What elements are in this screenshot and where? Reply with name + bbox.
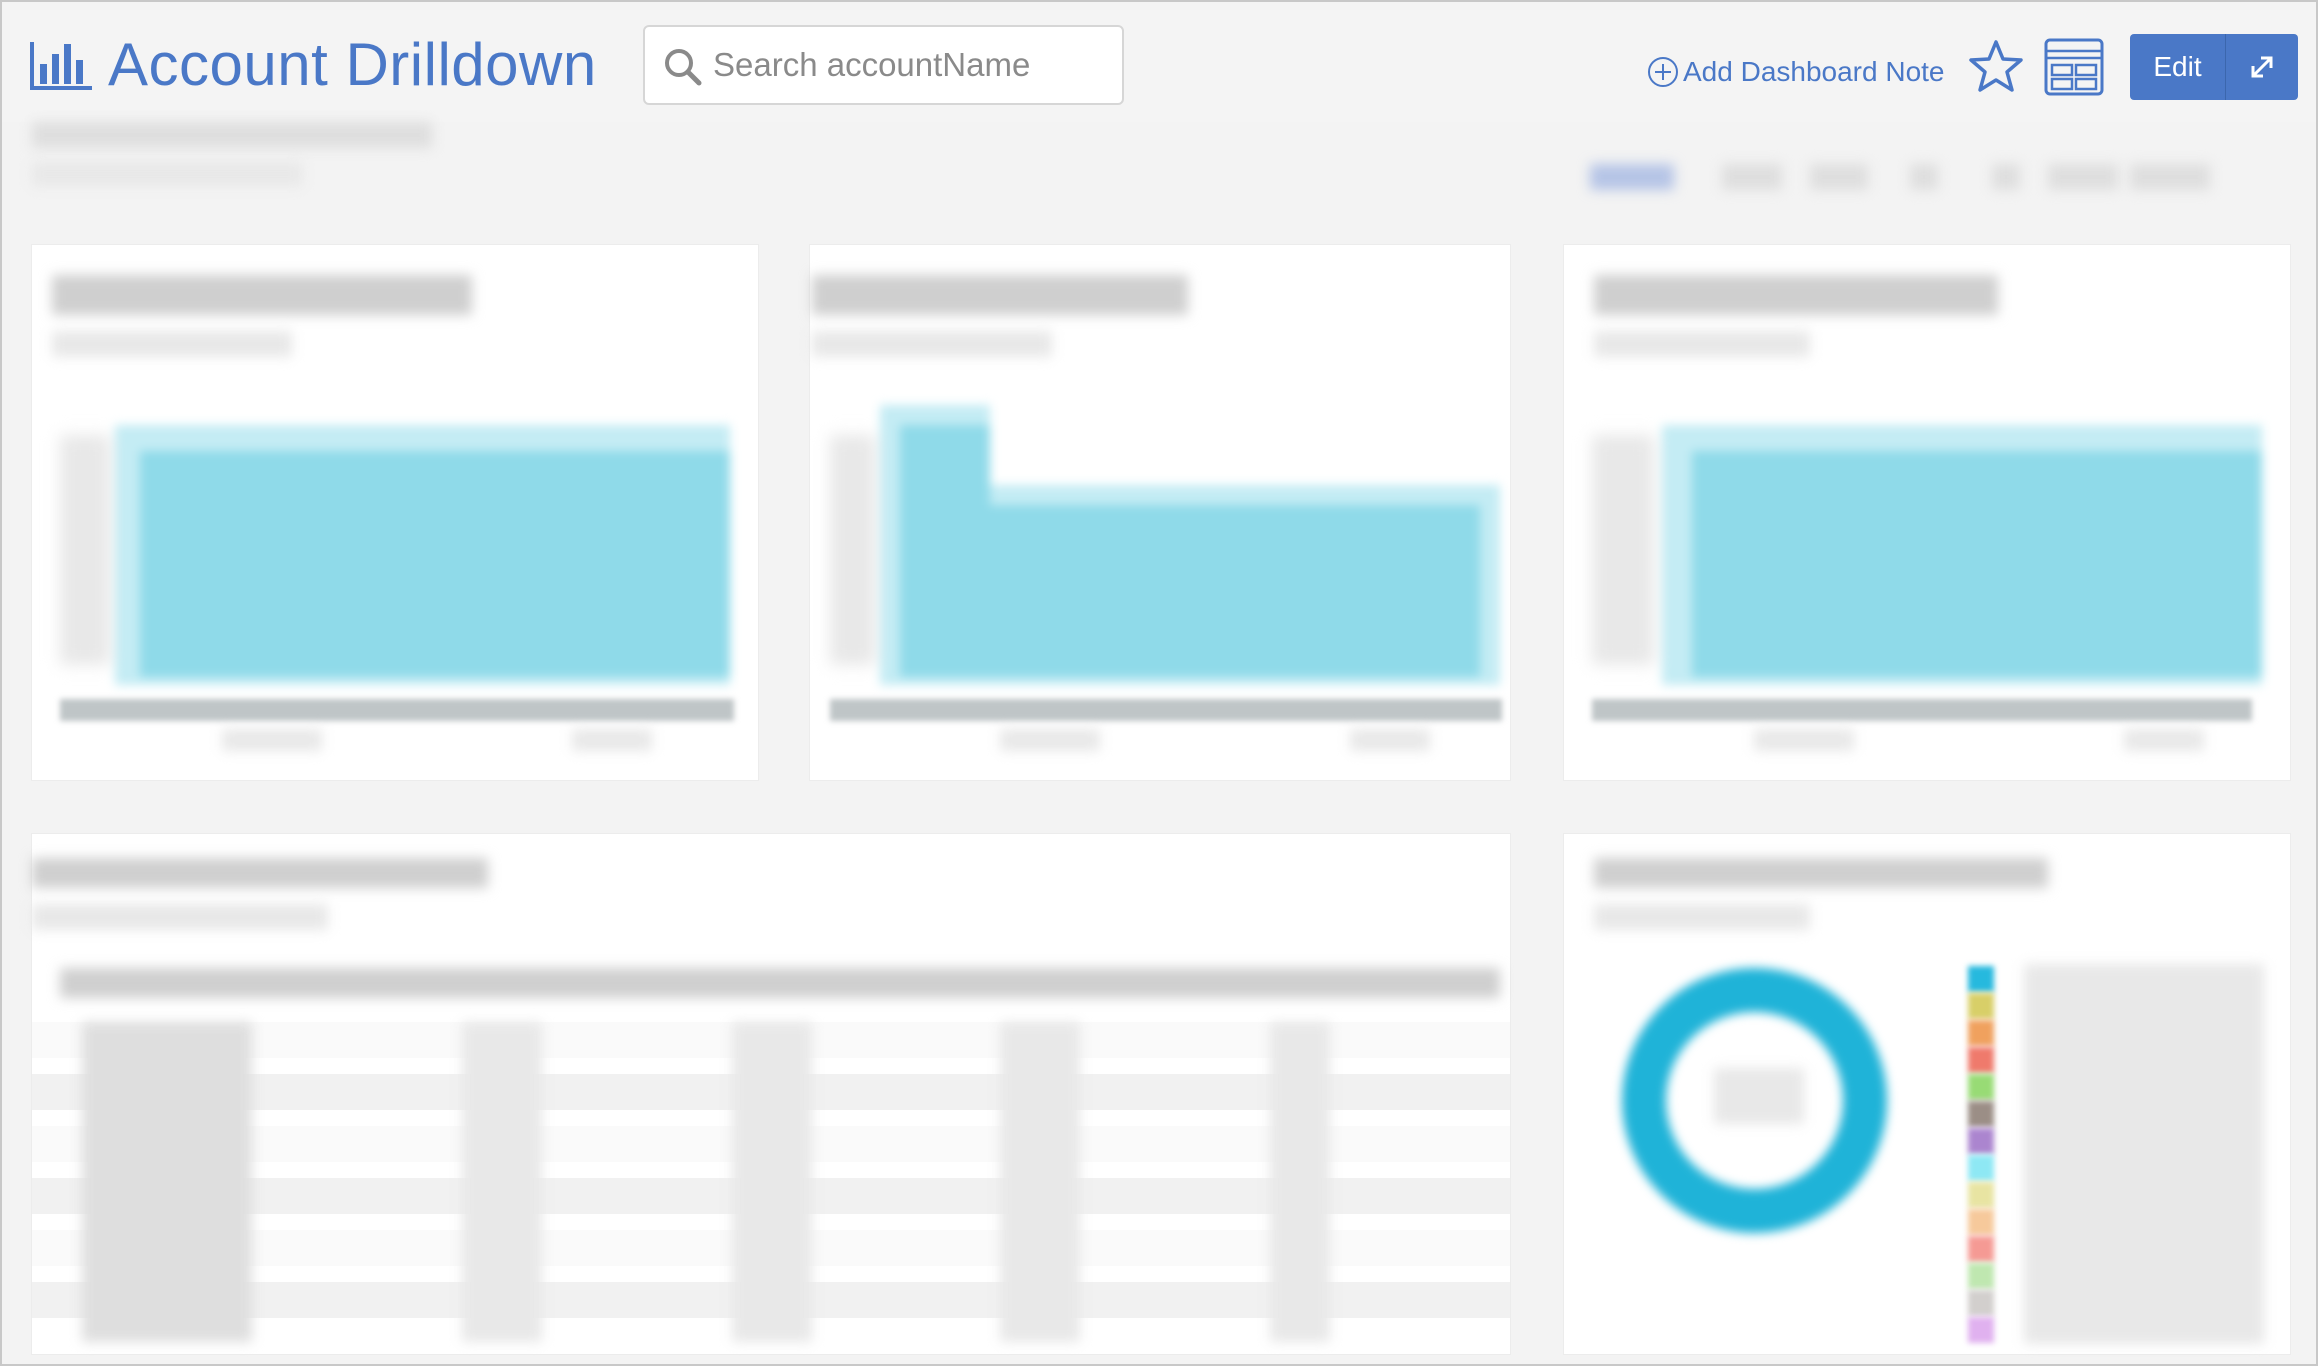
legend-swatch bbox=[1968, 1155, 1994, 1181]
blurred-time-picker[interactable] bbox=[1810, 164, 1868, 190]
add-dashboard-note-link[interactable]: Add Dashboard Note bbox=[1647, 50, 1945, 94]
expand-icon bbox=[2251, 56, 2273, 78]
blurred-time-picker[interactable] bbox=[1910, 164, 1938, 190]
blurred-x-tick bbox=[1350, 729, 1430, 751]
search-icon bbox=[665, 49, 702, 86]
blurred-time-picker[interactable] bbox=[2048, 164, 2118, 190]
blurred-x-tick bbox=[2124, 729, 2204, 751]
blurred-panel-title bbox=[32, 858, 488, 888]
chart-panel-1 bbox=[32, 245, 758, 780]
table-panel bbox=[32, 834, 1510, 1354]
chart-panel-2 bbox=[810, 245, 1510, 780]
legend-swatch bbox=[1968, 1263, 1994, 1289]
blurred-x-tick bbox=[572, 729, 652, 751]
plus-circle-icon bbox=[1648, 57, 1678, 87]
blurred-panel-subtitle bbox=[52, 331, 292, 357]
legend-swatch bbox=[1968, 993, 1994, 1019]
page-title: Account Drilldown bbox=[108, 31, 597, 98]
legend-swatch bbox=[1968, 1074, 1994, 1100]
blurred-panel-title bbox=[1594, 275, 1998, 315]
blurred-time-picker[interactable] bbox=[1590, 164, 1674, 190]
blurred-table-column bbox=[1000, 1022, 1080, 1342]
blurred-donut-center bbox=[1714, 1068, 1804, 1124]
blurred-time-picker[interactable] bbox=[1722, 164, 1782, 190]
legend-swatch bbox=[1968, 1020, 1994, 1046]
blurred-x-tick bbox=[1754, 729, 1854, 751]
dashboard-header: Account Drilldown Add Dashboard Note Edi… bbox=[2, 2, 2316, 122]
bar-chart-icon bbox=[30, 42, 92, 90]
area-chart-3 bbox=[1592, 405, 2282, 705]
chart-x-axis bbox=[830, 699, 1502, 721]
blurred-panel-subtitle bbox=[1594, 904, 1810, 930]
area-chart-1 bbox=[60, 405, 740, 705]
blurred-panel-subtitle bbox=[812, 331, 1052, 357]
legend-swatch bbox=[1968, 1290, 1994, 1316]
chart-x-axis bbox=[60, 699, 734, 721]
legend-swatch bbox=[1968, 1317, 1994, 1343]
legend-swatch bbox=[1968, 1047, 1994, 1073]
blurred-table-column bbox=[1270, 1022, 1330, 1342]
blurred-x-tick bbox=[222, 729, 322, 751]
blurred-x-tick bbox=[1000, 729, 1100, 751]
legend-swatch bbox=[1968, 1209, 1994, 1235]
legend-swatch bbox=[1968, 1128, 1994, 1154]
area-chart-2 bbox=[830, 405, 1510, 705]
search-input[interactable] bbox=[713, 39, 1113, 91]
blurred-panel-title bbox=[812, 275, 1188, 315]
blurred-filter-text bbox=[32, 122, 432, 148]
legend-swatch bbox=[1968, 1101, 1994, 1127]
add-dashboard-note-label: Add Dashboard Note bbox=[1683, 56, 1945, 87]
expand-button[interactable] bbox=[2226, 34, 2298, 100]
blurred-table-header bbox=[60, 968, 1500, 998]
blurred-filter-text bbox=[32, 162, 302, 186]
legend-swatch bbox=[1968, 966, 1994, 992]
edit-button[interactable]: Edit bbox=[2130, 34, 2226, 100]
layout-grid-icon[interactable] bbox=[2044, 38, 2104, 96]
blurred-table-column bbox=[462, 1022, 542, 1342]
legend-swatch bbox=[1968, 1236, 1994, 1262]
blurred-panel-title bbox=[52, 275, 472, 315]
blurred-panel-title bbox=[1594, 858, 2048, 888]
blurred-panel-subtitle bbox=[1594, 331, 1810, 357]
blurred-time-picker[interactable] bbox=[2130, 164, 2210, 190]
edit-button-group: Edit bbox=[2130, 34, 2298, 100]
blurred-panel-subtitle bbox=[32, 904, 328, 930]
chart-x-axis bbox=[1592, 699, 2252, 721]
star-icon[interactable] bbox=[1966, 38, 2026, 96]
blurred-time-picker[interactable] bbox=[1992, 164, 2020, 190]
blurred-table-column bbox=[732, 1022, 812, 1342]
legend-swatch bbox=[1968, 1182, 1994, 1208]
chart-panel-3 bbox=[1564, 245, 2290, 780]
blurred-table-column bbox=[82, 1022, 252, 1342]
blurred-legend-text bbox=[2024, 964, 2264, 1344]
search-box[interactable] bbox=[643, 25, 1124, 105]
